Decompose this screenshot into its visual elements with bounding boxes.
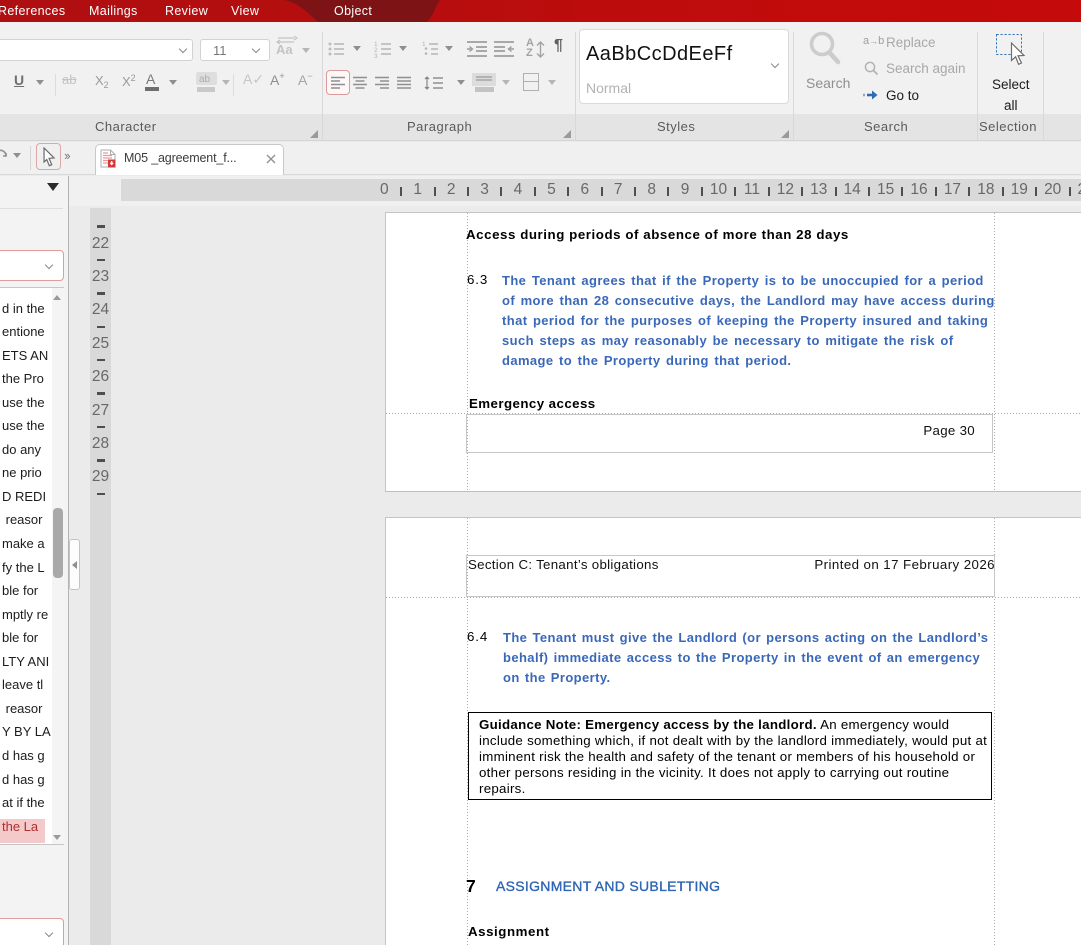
svg-text:3: 3 xyxy=(374,53,378,59)
svg-text:1: 1 xyxy=(422,41,426,48)
